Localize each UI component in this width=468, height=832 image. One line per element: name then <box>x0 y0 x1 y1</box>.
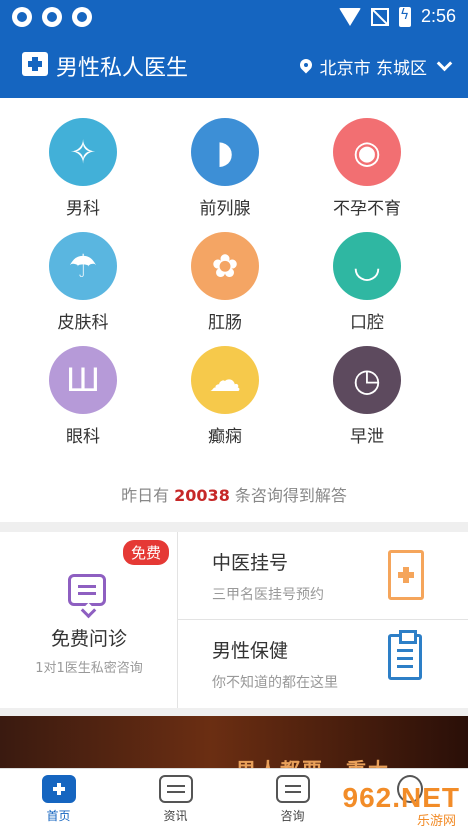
category-item-prostate[interactable]: ◗ 前列腺 <box>155 118 295 219</box>
notification-icon <box>12 7 32 27</box>
sperm-icon: ◉ <box>333 118 401 186</box>
consult-stat: 昨日有 20038 条咨询得到解答 <box>0 482 468 506</box>
service-cards: 免费 免费问诊 1对1医生私密咨询 中医挂号 三甲名医挂号预约 男性保健 你不知… <box>0 532 468 708</box>
service-subtitle: 你不知道的都在这里 <box>212 675 338 691</box>
medical-folder-icon <box>388 550 424 600</box>
category-item-infertility[interactable]: ◉ 不孕不育 <box>297 118 437 219</box>
status-bar: 2:56 <box>0 0 468 34</box>
category-item-dermatology[interactable]: ☂ 皮肤科 <box>13 232 153 333</box>
no-signal-icon <box>370 7 389 26</box>
tooth-icon: ◡ <box>333 232 401 300</box>
category-label: 不孕不育 <box>333 199 401 219</box>
news-icon <box>158 775 193 803</box>
whale-icon: ◗ <box>191 118 259 186</box>
category-item-anorectal[interactable]: ✿ 肛肠 <box>155 232 295 333</box>
category-item-premature[interactable]: ◷ 早泄 <box>297 346 437 447</box>
home-plus-icon <box>41 775 76 803</box>
free-consult-card[interactable]: 免费 免费问诊 1对1医生私密咨询 <box>0 532 178 708</box>
free-consult-subtitle: 1对1医生私密咨询 <box>35 661 143 676</box>
notification-icon <box>42 7 62 27</box>
service-subtitle: 三甲名医挂号预约 <box>212 587 324 603</box>
banner-text: 男人都要…重大… <box>236 754 412 768</box>
category-item-epilepsy[interactable]: ☁ 癫痫 <box>155 346 295 447</box>
free-badge: 免费 <box>122 540 169 565</box>
category-item-ophthalmology[interactable]: Ш 眼科 <box>13 346 153 447</box>
category-label: 癫痫 <box>208 427 242 447</box>
flower-icon: ✿ <box>191 232 259 300</box>
category-label: 肛肠 <box>208 313 242 333</box>
brain-icon: ☁ <box>191 346 259 414</box>
stat-number: 20038 <box>174 486 230 505</box>
category-item-andrology[interactable]: ✧ 男科 <box>13 118 153 219</box>
stat-prefix: 昨日有 <box>121 486 175 505</box>
category-label: 眼科 <box>66 427 100 447</box>
location-selector[interactable]: 北京市 东城区 <box>300 54 453 79</box>
medical-kit-icon <box>22 52 48 76</box>
tab-label: 咨询 <box>280 809 305 823</box>
tab-label: 资讯 <box>163 809 188 823</box>
category-label: 男科 <box>66 199 100 219</box>
location-pin-icon <box>300 59 312 75</box>
clipboard-icon <box>388 630 422 680</box>
status-time: 2:56 <box>420 6 456 26</box>
category-grid: ✧ 男科 ◗ 前列腺 ◉ 不孕不育 ☂ 皮肤科 ✿ 肛肠 ◡ 口腔 Ш 眼科 ☁… <box>0 98 468 522</box>
category-label: 皮肤科 <box>57 313 109 333</box>
app-title: 男性私人医生 <box>56 56 189 81</box>
promo-banner[interactable]: 男人都要…重大… <box>0 716 468 768</box>
notification-icon <box>72 7 92 27</box>
chat-bubble-icon <box>68 574 106 606</box>
dragonfly-icon: ✧ <box>49 118 117 186</box>
chevron-down-icon <box>436 55 453 72</box>
category-label: 口腔 <box>350 313 384 333</box>
service-title: 男性保健 <box>212 640 289 662</box>
tcm-registration-card[interactable]: 中医挂号 三甲名医挂号预约 <box>178 532 468 620</box>
free-consult-title: 免费问诊 <box>50 628 127 650</box>
wifi-icon <box>338 7 361 26</box>
stat-suffix: 条咨询得到解答 <box>229 486 347 505</box>
battery-charging-icon <box>398 6 411 27</box>
clock-icon: ◷ <box>333 346 401 414</box>
tab-label: 首页 <box>46 809 71 823</box>
message-icon <box>275 775 310 803</box>
category-label: 早泄 <box>350 427 384 447</box>
eye-chart-icon: Ш <box>49 346 117 414</box>
mens-health-card[interactable]: 男性保健 你不知道的都在这里 <box>178 620 468 708</box>
category-item-dental[interactable]: ◡ 口腔 <box>297 232 437 333</box>
app-bar: 男性私人医生 北京市 东城区 <box>0 34 468 98</box>
umbrella-icon: ☂ <box>49 232 117 300</box>
category-label: 前列腺 <box>199 199 251 219</box>
location-label: 北京市 东城区 <box>319 59 427 79</box>
tab-home[interactable]: 首页 <box>0 769 117 832</box>
tab-consult[interactable]: 咨询 <box>234 769 351 832</box>
watermark-text: 乐游网 <box>416 814 456 829</box>
service-title: 中医挂号 <box>212 552 289 574</box>
tab-news[interactable]: 资讯 <box>117 769 234 832</box>
